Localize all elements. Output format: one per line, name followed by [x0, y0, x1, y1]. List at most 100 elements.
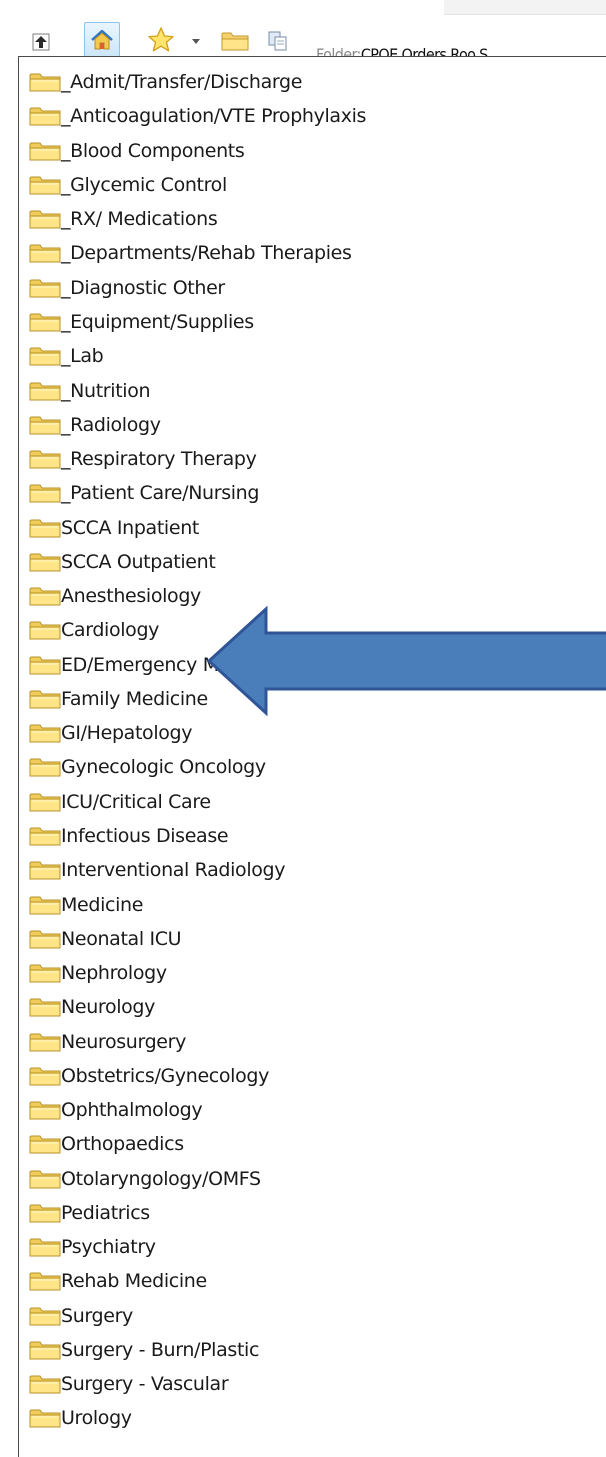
tree-item-label: _Diagnostic Other [61, 276, 225, 299]
tree-item[interactable]: Urology [29, 1401, 366, 1435]
tree-item-label: Anesthesiology [61, 585, 201, 608]
tree-item[interactable]: _Lab [29, 339, 366, 373]
folder-icon [29, 963, 61, 983]
copy-icon[interactable] [264, 26, 292, 56]
tree-item[interactable]: Nephrology [29, 956, 366, 990]
window-top-strip [444, 0, 606, 15]
folder-icon [29, 552, 61, 572]
tree-item-label: Surgery - Burn/Plastic [61, 1338, 260, 1361]
folder-icon [29, 1134, 61, 1154]
tree-item[interactable]: _RX/ Medications [29, 202, 366, 236]
tree-item[interactable]: _Respiratory Therapy [29, 442, 366, 476]
tree-item[interactable]: _Nutrition [29, 373, 366, 407]
tree-item-label: _Anticoagulation/VTE Prophylaxis [61, 105, 367, 128]
folder-icon [29, 655, 61, 675]
folder-icon [29, 483, 61, 503]
tree-item-label: _Equipment/Supplies [61, 310, 254, 333]
up-arrow-icon[interactable] [30, 28, 52, 56]
tree-item[interactable]: Surgery [29, 1299, 366, 1333]
folder-icon [29, 106, 61, 126]
folder-icon [29, 757, 61, 777]
tree-item-label: _Patient Care/Nursing [61, 482, 260, 505]
tree-item-label: Otolaryngology/OMFS [61, 1167, 261, 1190]
tree-item-label: Neonatal ICU [61, 927, 182, 950]
folder-icon [29, 141, 61, 161]
folder-icon [29, 860, 61, 880]
tree-item-label: Neurology [61, 996, 156, 1019]
folder-icon [29, 449, 61, 469]
folder-tree[interactable]: _Admit/Transfer/Discharge _Anticoagulatio… [18, 56, 606, 1457]
tree-item[interactable]: Orthopaedics [29, 1127, 366, 1161]
tree-item[interactable]: Surgery - Burn/Plastic [29, 1333, 366, 1367]
tree-item-label: Neurosurgery [61, 1030, 186, 1053]
tree-item-label: Urology [61, 1407, 132, 1430]
folder-icon [29, 1203, 61, 1223]
tree-item-label: Nephrology [61, 962, 167, 985]
tree-item[interactable]: ICU/Critical Care [29, 785, 366, 819]
folder-icon [29, 415, 61, 435]
tree-item[interactable]: _Departments/Rehab Therapies [29, 236, 366, 270]
tree-item[interactable]: Obstetrics/Gynecology [29, 1059, 366, 1093]
folder-icon [29, 72, 61, 92]
tree-item[interactable]: Infectious Disease [29, 819, 366, 853]
tree-item[interactable]: Ophthalmology [29, 1093, 366, 1127]
tree-item[interactable]: _Anticoagulation/VTE Prophylaxis [29, 99, 366, 133]
folder-icon [29, 1306, 61, 1326]
tree-item[interactable]: Psychiatry [29, 1230, 366, 1264]
folder-icon [29, 997, 61, 1017]
tree-item[interactable]: _Patient Care/Nursing [29, 476, 366, 510]
tree-item-label: Surgery [61, 1304, 133, 1327]
folder-icon [29, 381, 61, 401]
tree-item[interactable]: Neurosurgery [29, 1024, 366, 1058]
tree-item[interactable]: Interventional Radiology [29, 853, 366, 887]
folder-icon[interactable] [218, 26, 252, 56]
tree-item[interactable]: _Radiology [29, 408, 366, 442]
folder-icon [29, 1032, 61, 1052]
tree-item-label: Cardiology [61, 619, 160, 642]
folder-icon [29, 346, 61, 366]
tree-item[interactable]: SCCA Inpatient [29, 510, 366, 544]
tree-item-label: _Admit/Transfer/Discharge [61, 71, 303, 94]
tree-item-label: Surgery - Vascular [61, 1373, 229, 1396]
tree-item[interactable]: _Blood Components [29, 134, 366, 168]
tree-item[interactable]: SCCA Outpatient [29, 545, 366, 579]
tree-item[interactable]: Neurology [29, 990, 366, 1024]
folder-icon [29, 175, 61, 195]
folder-icon [29, 792, 61, 812]
tree-item-label: SCCA Outpatient [61, 550, 216, 573]
folder-icon [29, 243, 61, 263]
tree-item-label: _RX/ Medications [61, 208, 218, 231]
folder-icon [29, 1271, 61, 1291]
folder-list: _Admit/Transfer/Discharge _Anticoagulatio… [29, 65, 366, 1436]
tree-item[interactable]: Pediatrics [29, 1196, 366, 1230]
tree-item-label: GI/Hepatology [61, 722, 193, 745]
folder-icon [29, 1237, 61, 1257]
tree-item[interactable]: _Glycemic Control [29, 168, 366, 202]
tree-item[interactable]: _Admit/Transfer/Discharge [29, 65, 366, 99]
tree-item-label: Family Medicine [61, 687, 208, 710]
tree-item[interactable]: Surgery - Vascular [29, 1367, 366, 1401]
tree-item[interactable]: GI/Hepatology [29, 716, 366, 750]
dropdown-arrow-icon[interactable] [186, 26, 206, 56]
tree-item[interactable]: Medicine [29, 887, 366, 921]
tree-item[interactable]: _Diagnostic Other [29, 271, 366, 305]
tree-item-label: _Glycemic Control [61, 173, 227, 196]
star-icon[interactable] [144, 24, 178, 56]
tree-item-label: Pediatrics [61, 1201, 150, 1224]
tree-item-label: Medicine [61, 893, 144, 916]
tree-item-label: SCCA Inpatient [61, 516, 199, 539]
tree-item[interactable]: Rehab Medicine [29, 1264, 366, 1298]
folder-icon [29, 1100, 61, 1120]
folder-icon [29, 929, 61, 949]
tree-item-label: _Respiratory Therapy [61, 448, 257, 471]
tree-item[interactable]: Gynecologic Oncology [29, 750, 366, 784]
folder-icon [29, 278, 61, 298]
tree-item[interactable]: _Equipment/Supplies [29, 305, 366, 339]
tree-item-label: Infectious Disease [61, 824, 229, 847]
folder-icon [29, 1169, 61, 1189]
tree-item[interactable]: Otolaryngology/OMFS [29, 1162, 366, 1196]
tree-item-label: Gynecologic Oncology [61, 756, 266, 779]
tree-item[interactable]: Neonatal ICU [29, 922, 366, 956]
home-icon[interactable] [84, 22, 120, 58]
tree-item-label: Obstetrics/Gynecology [61, 1064, 269, 1087]
